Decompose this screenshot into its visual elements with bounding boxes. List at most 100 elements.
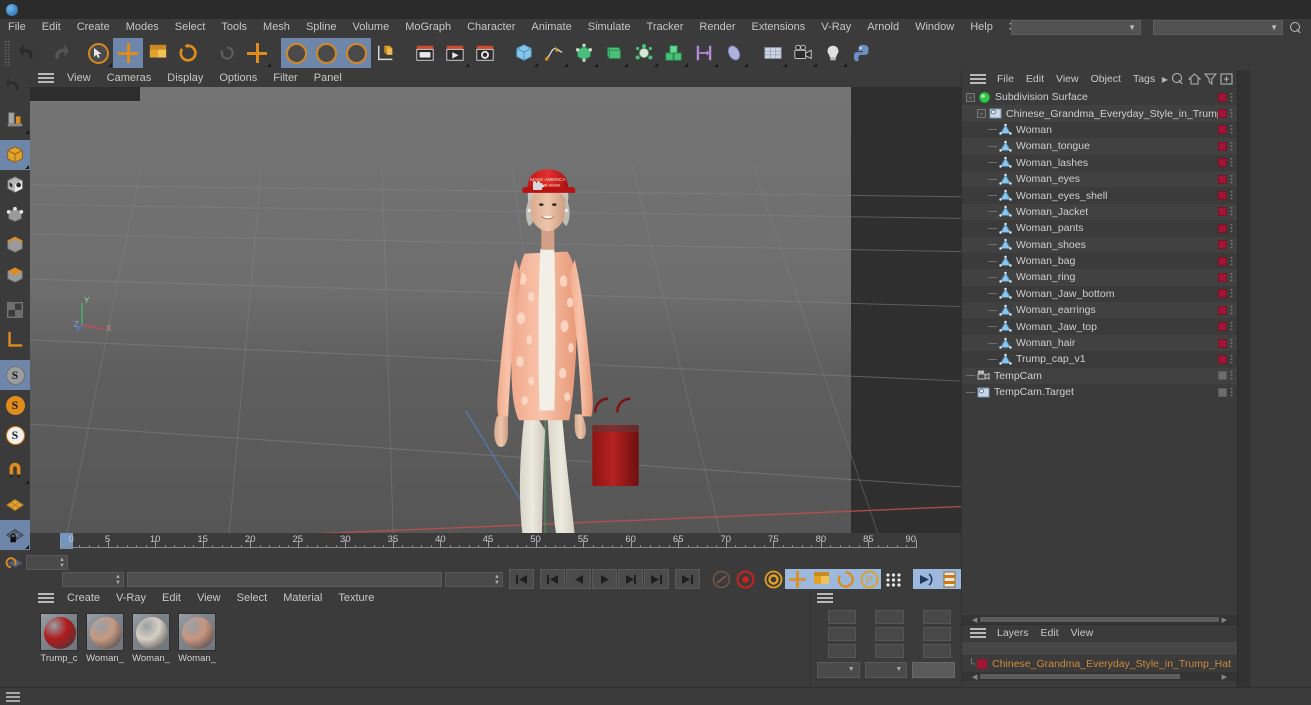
search-icon[interactable] bbox=[1289, 21, 1303, 35]
add-light-button[interactable] bbox=[818, 38, 848, 68]
pos-z-field[interactable] bbox=[828, 643, 857, 658]
menu-item-object[interactable]: Object bbox=[1085, 70, 1127, 88]
go-to-previous-key-button[interactable] bbox=[540, 569, 565, 589]
material-tag-icon[interactable] bbox=[1218, 174, 1227, 184]
material-tag-icon[interactable] bbox=[1218, 125, 1227, 135]
menu-item-help[interactable]: Help bbox=[962, 19, 1001, 36]
visibility-dots-icon[interactable] bbox=[1230, 239, 1233, 251]
visibility-dots-icon[interactable] bbox=[1230, 321, 1233, 333]
menu-item-select[interactable]: Select bbox=[229, 590, 276, 607]
menu-item-simulate[interactable]: Simulate bbox=[580, 19, 639, 36]
autokey-button[interactable] bbox=[709, 569, 733, 589]
menu-item-panel[interactable]: Panel bbox=[306, 70, 350, 87]
polygon-mode-button[interactable] bbox=[0, 260, 30, 290]
menu-item-material[interactable]: Material bbox=[275, 590, 330, 607]
layer-hamburger-icon[interactable] bbox=[970, 628, 986, 639]
visibility-dots-icon[interactable] bbox=[1230, 108, 1233, 120]
visibility-dots-icon[interactable] bbox=[1230, 140, 1233, 152]
add-field-button[interactable] bbox=[719, 38, 749, 68]
expand-collapse-icon[interactable]: - bbox=[966, 92, 975, 102]
material-tag-icon[interactable] bbox=[1218, 256, 1227, 266]
go-to-next-key-button[interactable] bbox=[644, 569, 669, 589]
coordinate-mode-select[interactable]: ▼ bbox=[864, 661, 908, 678]
material-woman-body[interactable]: Woman_ bbox=[178, 613, 216, 687]
spinner-icon[interactable]: ▲ ▼ bbox=[115, 574, 121, 586]
menu-item-file[interactable]: File bbox=[0, 19, 34, 36]
add-layer-icon[interactable] bbox=[1220, 73, 1233, 85]
keyframe-selection-button[interactable] bbox=[761, 569, 785, 589]
material-tag-icon[interactable] bbox=[1218, 371, 1227, 381]
visibility-dots-icon[interactable] bbox=[1230, 124, 1233, 136]
object-tree-row[interactable]: Woman_eyes_shell bbox=[962, 187, 1237, 203]
menu-item-create[interactable]: Create bbox=[59, 590, 108, 607]
menu-item-mograph[interactable]: MoGraph bbox=[397, 19, 459, 36]
material-thumbnail-grid[interactable]: Trump_c Woman_ Woman_ Woman_ bbox=[30, 607, 810, 687]
render-view-button[interactable] bbox=[410, 38, 440, 68]
size-x-field[interactable] bbox=[875, 609, 904, 624]
visibility-dots-icon[interactable] bbox=[1230, 337, 1233, 349]
material-tag-icon[interactable] bbox=[1218, 207, 1227, 217]
material-thumbnail[interactable] bbox=[40, 613, 78, 651]
menu-item-file[interactable]: File bbox=[991, 70, 1020, 88]
scale-tool-button[interactable] bbox=[143, 38, 173, 68]
material-hamburger-icon[interactable] bbox=[38, 593, 54, 604]
pos-x-field[interactable] bbox=[828, 609, 857, 624]
parameter-key-button[interactable]: P bbox=[857, 569, 881, 589]
material-thumbnail[interactable] bbox=[132, 613, 170, 651]
redo-button[interactable] bbox=[44, 38, 74, 68]
visibility-dots-icon[interactable] bbox=[1230, 288, 1233, 300]
world-object-axis-button[interactable] bbox=[371, 38, 401, 68]
material-tag-icon[interactable] bbox=[1218, 92, 1227, 102]
object-tree-row[interactable]: Woman_ring bbox=[962, 269, 1237, 286]
size-y-field[interactable] bbox=[875, 626, 904, 641]
layer-row[interactable]: └ Chinese_Grandma_Everyday_Style_in_Trump… bbox=[962, 656, 1237, 672]
menu-item-filter[interactable]: Filter bbox=[265, 70, 305, 87]
make-editable-button[interactable] bbox=[0, 105, 30, 135]
object-tree-row[interactable]: Woman_shoes bbox=[962, 236, 1237, 253]
menu-item-edit[interactable]: Edit bbox=[34, 19, 69, 36]
menu-item-select[interactable]: Select bbox=[167, 19, 214, 36]
object-tree-row[interactable]: Woman bbox=[962, 122, 1237, 138]
step-forward-button[interactable] bbox=[618, 569, 643, 589]
python-script-button[interactable] bbox=[848, 38, 878, 68]
scale-key-button[interactable] bbox=[809, 569, 833, 589]
viewport-perspective-label[interactable] bbox=[30, 87, 140, 101]
undo-button[interactable] bbox=[14, 38, 44, 68]
snap-enable-button[interactable]: S bbox=[0, 360, 30, 390]
magnet-tool-button[interactable] bbox=[0, 455, 30, 485]
viewport-3d[interactable]: MAKE AMERICA GREAT AGAIN Y X Z bbox=[30, 87, 961, 533]
layer-hscrollbar[interactable]: ◀ ▶ bbox=[962, 672, 1237, 681]
menu-item-v-ray[interactable]: V-Ray bbox=[813, 19, 859, 36]
preview-range-bar[interactable] bbox=[127, 571, 442, 587]
layer-rows[interactable]: └ Chinese_Grandma_Everyday_Style_in_Trump… bbox=[962, 656, 1237, 672]
live-selection-button[interactable] bbox=[83, 38, 113, 68]
add-scene-object-button[interactable] bbox=[629, 38, 659, 68]
object-manager-hamburger-icon[interactable] bbox=[970, 73, 986, 85]
object-tree-row[interactable]: Woman_Jacket bbox=[962, 203, 1237, 221]
axis-z-button[interactable] bbox=[341, 38, 371, 68]
material-tag-icon[interactable] bbox=[1218, 322, 1227, 332]
more-arrow-icon[interactable]: ▶ bbox=[1162, 75, 1168, 84]
object-tree-row[interactable]: Woman_lashes bbox=[962, 155, 1237, 171]
material-thumbnail[interactable] bbox=[178, 613, 216, 651]
add-deformer-button[interactable] bbox=[599, 38, 629, 68]
rotate-dim-button[interactable] bbox=[212, 38, 242, 68]
material-tag-icon[interactable] bbox=[1218, 338, 1227, 348]
minimize-button[interactable] bbox=[1224, 0, 1253, 19]
visibility-dots-icon[interactable] bbox=[1230, 91, 1233, 103]
add-generator-button[interactable] bbox=[569, 38, 599, 68]
close-button[interactable] bbox=[1282, 0, 1311, 19]
layer-color-swatch[interactable] bbox=[977, 659, 988, 669]
menu-item-character[interactable]: Character bbox=[459, 19, 523, 36]
go-to-end-button[interactable] bbox=[675, 569, 700, 589]
object-tree-row[interactable]: Woman_earrings bbox=[962, 302, 1237, 319]
menu-item-spline[interactable]: Spline bbox=[298, 19, 345, 36]
timeline-toggle-button[interactable] bbox=[937, 569, 961, 589]
object-tree-row[interactable]: Woman_Jaw_bottom bbox=[962, 286, 1237, 302]
filter-icon[interactable] bbox=[1204, 73, 1217, 85]
menu-item-edit[interactable]: Edit bbox=[1035, 625, 1065, 642]
workplane-plane-button[interactable] bbox=[0, 490, 30, 520]
visibility-dots-icon[interactable] bbox=[1230, 255, 1233, 267]
snap-quantize-button[interactable]: S bbox=[0, 420, 30, 450]
visibility-dots-icon[interactable] bbox=[1230, 173, 1233, 185]
